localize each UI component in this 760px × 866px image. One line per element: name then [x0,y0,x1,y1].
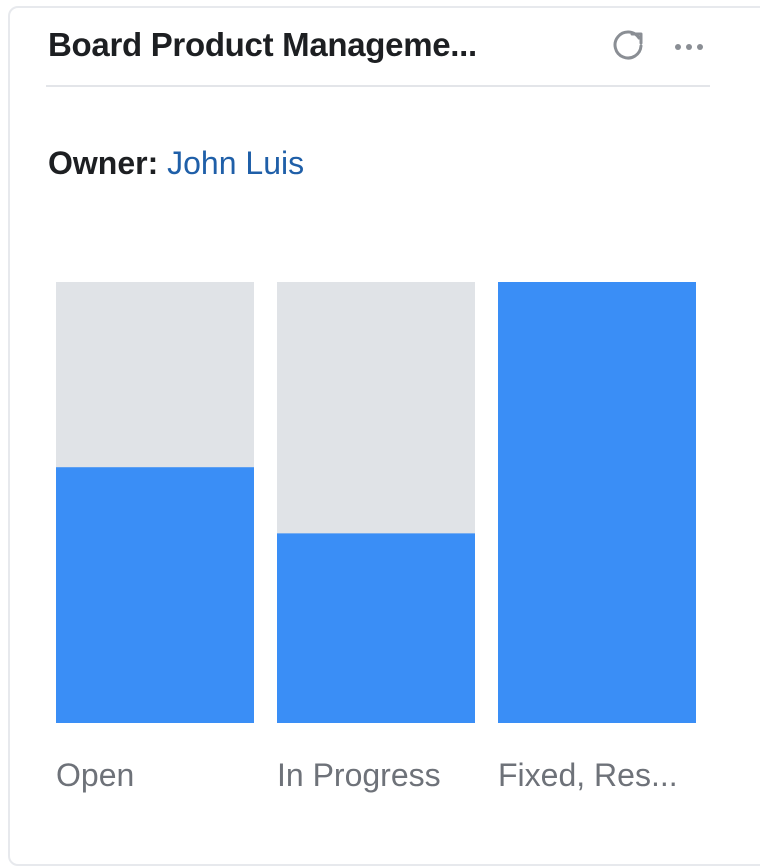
bar-label-open: Open [56,757,134,793]
bar-open[interactable] [56,467,254,723]
bar-label-in-progress: In Progress [277,757,441,793]
status-bar-chart: Open In Progress Fixed, Res... [56,282,696,793]
bar-fixed-res[interactable] [498,282,696,723]
bar-in-progress[interactable] [277,533,475,723]
bar-label-fixed-res: Fixed, Res... [498,757,678,793]
